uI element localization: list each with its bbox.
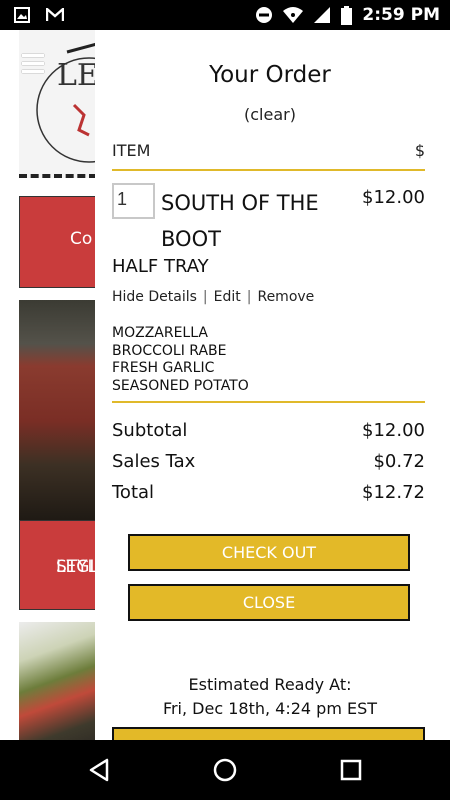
recents-icon[interactable] <box>338 757 364 783</box>
remove-link[interactable]: Remove <box>257 289 314 305</box>
status-bar: 2:59 PM <box>0 0 450 30</box>
clear-order-link[interactable]: (clear) <box>95 105 445 124</box>
subtotal-row: Subtotal $12.00 <box>112 420 425 441</box>
navigation-bar <box>0 740 450 800</box>
topping-item: FRESH GARLIC <box>112 360 215 376</box>
topping-item: SEASONED POTATO <box>112 377 249 394</box>
total-row: Total $12.72 <box>112 482 425 503</box>
menu-tile[interactable]: Co <box>19 196 97 288</box>
image-icon <box>14 7 30 23</box>
total-value: $12.72 <box>362 482 425 503</box>
bottom-action-button[interactable] <box>112 727 425 740</box>
item-name: SOUTH OF THE BOOT <box>161 191 319 251</box>
do-not-disturb-icon <box>256 7 273 23</box>
tax-value: $0.72 <box>373 451 425 472</box>
menu-tile-image[interactable] <box>19 300 97 520</box>
hamburger-menu-icon[interactable] <box>22 54 44 78</box>
total-label: Total <box>112 482 155 503</box>
order-table-header: ITEM $ <box>112 141 425 171</box>
estimated-ready-label: Estimated Ready At: <box>188 675 352 694</box>
battery-icon <box>341 5 353 25</box>
edit-link[interactable]: Edit <box>214 289 241 305</box>
item-column-header: ITEM <box>112 141 151 160</box>
tax-label: Sales Tax <box>112 451 196 472</box>
menu-tile-image[interactable] <box>19 622 97 740</box>
price-column-header: $ <box>414 141 425 160</box>
order-title: Your Order <box>209 62 331 88</box>
gmail-icon <box>46 8 64 21</box>
topping-item: BROCCOLI RABE <box>112 342 227 359</box>
home-icon[interactable] <box>212 757 238 783</box>
subtotal-label: Subtotal <box>112 420 188 441</box>
subtotal-value: $12.00 <box>362 420 425 441</box>
clock: 2:59 PM <box>362 5 440 25</box>
separator: | <box>246 289 252 305</box>
signal-icon <box>314 7 331 23</box>
order-panel: Your Order (clear) ITEM $ 1 SOUTH OF THE… <box>95 30 445 740</box>
item-price: $12.00 <box>362 187 425 208</box>
item-size: HALF TRAY <box>112 256 209 277</box>
topping-list: MOZZARELLA BROCCOLI RABE FRESH GARLIC SE… <box>112 325 249 395</box>
close-button[interactable]: CLOSE <box>128 584 410 621</box>
menu-tile[interactable]: LEGIO STYL <box>19 520 108 610</box>
separator: | <box>202 289 208 305</box>
checkout-button[interactable]: CHECK OUT <box>128 534 410 571</box>
back-icon[interactable] <box>87 757 113 783</box>
estimated-ready-time: Fri, Dec 18th, 4:24 pm EST <box>162 699 378 718</box>
quantity-input[interactable]: 1 <box>112 183 155 219</box>
wifi-icon <box>283 7 304 23</box>
tax-row: Sales Tax $0.72 <box>112 451 425 472</box>
hide-details-link[interactable]: Hide Details <box>112 289 197 305</box>
restaurant-logo: LE <box>19 30 142 178</box>
topping-item: MOZZARELLA <box>112 325 208 341</box>
svg-text:LE: LE <box>57 58 97 93</box>
item-actions: Hide Details | Edit | Remove <box>112 289 314 305</box>
divider <box>112 401 425 403</box>
